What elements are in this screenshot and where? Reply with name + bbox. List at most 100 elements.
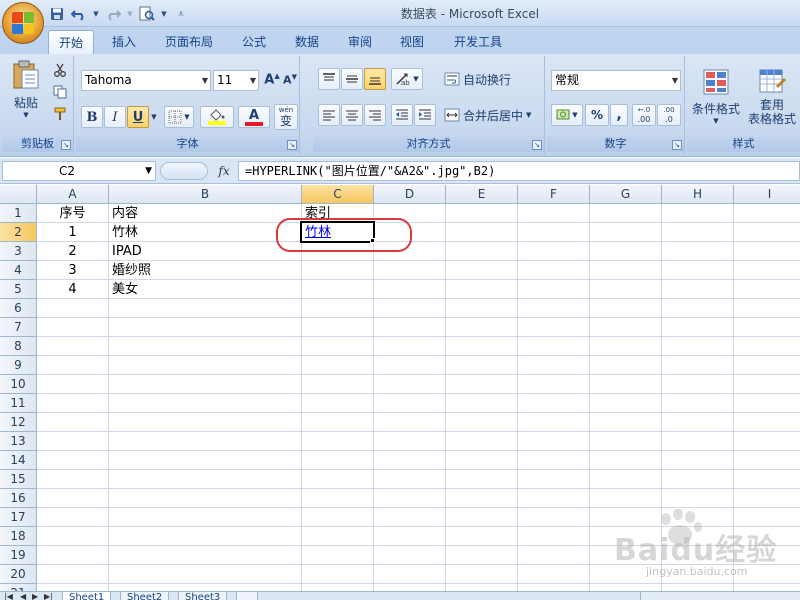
column-header-g[interactable]: G bbox=[590, 185, 662, 204]
tab-page-layout[interactable]: 页面布局 bbox=[155, 30, 223, 54]
row-header[interactable]: 4 bbox=[0, 261, 37, 280]
font-launcher-icon[interactable]: ↘ bbox=[287, 140, 297, 150]
row-header[interactable]: 15 bbox=[0, 470, 37, 489]
orientation-button[interactable]: ab ▼ bbox=[391, 68, 423, 90]
row-header[interactable]: 9 bbox=[0, 356, 37, 375]
row-header[interactable]: 8 bbox=[0, 337, 37, 356]
row-header[interactable]: 19 bbox=[0, 546, 37, 565]
row-header[interactable]: 5 bbox=[0, 280, 37, 299]
font-color-button[interactable]: A bbox=[238, 106, 270, 128]
first-sheet-icon[interactable]: |◀ bbox=[4, 592, 13, 600]
underline-button[interactable]: U bbox=[127, 106, 149, 128]
row-header[interactable]: 10 bbox=[0, 375, 37, 394]
align-middle-button[interactable] bbox=[341, 68, 363, 90]
tab-home[interactable]: 开始 bbox=[48, 30, 95, 54]
tab-developer[interactable]: 开发工具 bbox=[444, 30, 512, 54]
tab-review[interactable]: 审阅 bbox=[338, 30, 382, 54]
cell-a5[interactable]: 4 bbox=[37, 280, 108, 299]
name-box[interactable]: C2 ▼ bbox=[2, 161, 156, 181]
conditional-formatting-button[interactable]: 条件格式 ▼ bbox=[689, 58, 743, 134]
italic-button[interactable]: I bbox=[104, 106, 126, 128]
comma-button[interactable]: , bbox=[610, 104, 628, 126]
cell-a3[interactable]: 2 bbox=[37, 242, 108, 261]
cell-a1[interactable]: 序号 bbox=[37, 204, 108, 223]
sheet-tab-1[interactable]: Sheet1 bbox=[62, 592, 112, 600]
row-header[interactable]: 7 bbox=[0, 318, 37, 337]
sheet-tab-2[interactable]: Sheet2 bbox=[120, 592, 170, 600]
format-painter-button[interactable] bbox=[50, 104, 70, 124]
formula-input[interactable]: =HYPERLINK("图片位置/"&A2&".jpg",B2) bbox=[238, 161, 800, 181]
font-name-select[interactable]: Tahoma ▼ bbox=[81, 70, 211, 91]
column-header-i[interactable]: I bbox=[734, 185, 800, 204]
decrease-indent-button[interactable] bbox=[391, 104, 413, 126]
insert-sheet-icon[interactable] bbox=[236, 592, 258, 600]
select-all-corner[interactable] bbox=[0, 185, 37, 204]
bold-button[interactable]: B bbox=[81, 106, 103, 128]
cell-b2[interactable]: 竹林 bbox=[109, 223, 301, 242]
last-sheet-icon[interactable]: ▶| bbox=[44, 592, 53, 600]
insert-function-button[interactable]: fx bbox=[212, 161, 236, 181]
column-header-a[interactable]: A bbox=[37, 185, 109, 204]
row-header[interactable]: 20 bbox=[0, 565, 37, 584]
row-header[interactable]: 1 bbox=[0, 204, 37, 223]
column-header-e[interactable]: E bbox=[446, 185, 518, 204]
cell-b1[interactable]: 内容 bbox=[109, 204, 301, 223]
increase-decimal-button[interactable]: ←.0 .00 bbox=[632, 104, 656, 126]
tab-formulas[interactable]: 公式 bbox=[232, 30, 276, 54]
format-as-table-button[interactable]: 套用 表格格式 bbox=[745, 58, 799, 134]
row-header[interactable]: 21 bbox=[0, 584, 37, 591]
copy-button[interactable] bbox=[50, 82, 70, 102]
column-header-b[interactable]: B bbox=[109, 185, 302, 204]
prev-sheet-icon[interactable]: ◀ bbox=[20, 592, 26, 600]
horizontal-scrollbar[interactable] bbox=[640, 592, 800, 600]
tab-data[interactable]: 数据 bbox=[285, 30, 329, 54]
shrink-font-button[interactable]: A▼ bbox=[282, 70, 298, 90]
paste-button[interactable]: 粘贴 ▼ bbox=[6, 58, 46, 120]
row-header[interactable]: 6 bbox=[0, 299, 37, 318]
sheet-tab-3[interactable]: Sheet3 bbox=[178, 592, 228, 600]
cell-b3[interactable]: IPAD bbox=[109, 242, 301, 261]
grow-font-button[interactable]: A▲ bbox=[263, 70, 281, 90]
cell-a4[interactable]: 3 bbox=[37, 261, 108, 280]
tab-view[interactable]: 视图 bbox=[390, 30, 434, 54]
column-header-c[interactable]: C bbox=[302, 185, 374, 204]
number-launcher-icon[interactable]: ↘ bbox=[672, 140, 682, 150]
next-sheet-icon[interactable]: ▶ bbox=[32, 592, 38, 600]
row-header[interactable]: 18 bbox=[0, 527, 37, 546]
underline-dropdown-icon[interactable]: ▼ bbox=[149, 106, 159, 128]
row-header[interactable]: 11 bbox=[0, 394, 37, 413]
row-header[interactable]: 13 bbox=[0, 432, 37, 451]
alignment-launcher-icon[interactable]: ↘ bbox=[532, 140, 542, 150]
borders-button[interactable]: ▼ bbox=[164, 106, 194, 128]
formula-bar-splitter[interactable] bbox=[160, 162, 208, 180]
fill-color-button[interactable] bbox=[200, 106, 234, 128]
phonetic-button[interactable]: wén 变 bbox=[274, 104, 298, 130]
decrease-decimal-button[interactable]: .00 .0 bbox=[657, 104, 681, 126]
percent-button[interactable]: % bbox=[585, 104, 609, 126]
cell-a2[interactable]: 1 bbox=[37, 223, 108, 242]
number-format-select[interactable]: 常规 ▼ bbox=[551, 70, 681, 91]
row-header[interactable]: 2 bbox=[0, 223, 37, 242]
row-header[interactable]: 3 bbox=[0, 242, 37, 261]
column-header-h[interactable]: H bbox=[662, 185, 734, 204]
column-header-d[interactable]: D bbox=[374, 185, 446, 204]
align-center-button[interactable] bbox=[341, 104, 363, 126]
clipboard-launcher-icon[interactable]: ↘ bbox=[61, 140, 71, 150]
align-top-button[interactable] bbox=[318, 68, 340, 90]
align-right-button[interactable] bbox=[364, 104, 386, 126]
align-bottom-button[interactable] bbox=[364, 68, 386, 90]
row-header[interactable]: 12 bbox=[0, 413, 37, 432]
office-button[interactable] bbox=[2, 2, 44, 44]
currency-button[interactable]: ▼ bbox=[551, 104, 583, 126]
row-header[interactable]: 14 bbox=[0, 451, 37, 470]
cut-button[interactable] bbox=[50, 60, 70, 80]
cell-b4[interactable]: 婚纱照 bbox=[109, 261, 301, 280]
tab-insert[interactable]: 插入 bbox=[102, 30, 146, 54]
row-header[interactable]: 16 bbox=[0, 489, 37, 508]
cell-b5[interactable]: 美女 bbox=[109, 280, 301, 299]
align-left-button[interactable] bbox=[318, 104, 340, 126]
merge-center-button[interactable]: 合并后居中 ▼ bbox=[443, 104, 543, 126]
increase-indent-button[interactable] bbox=[414, 104, 436, 126]
wrap-text-button[interactable]: 自动换行 bbox=[443, 68, 541, 90]
font-size-select[interactable]: 11 ▼ bbox=[213, 70, 259, 91]
